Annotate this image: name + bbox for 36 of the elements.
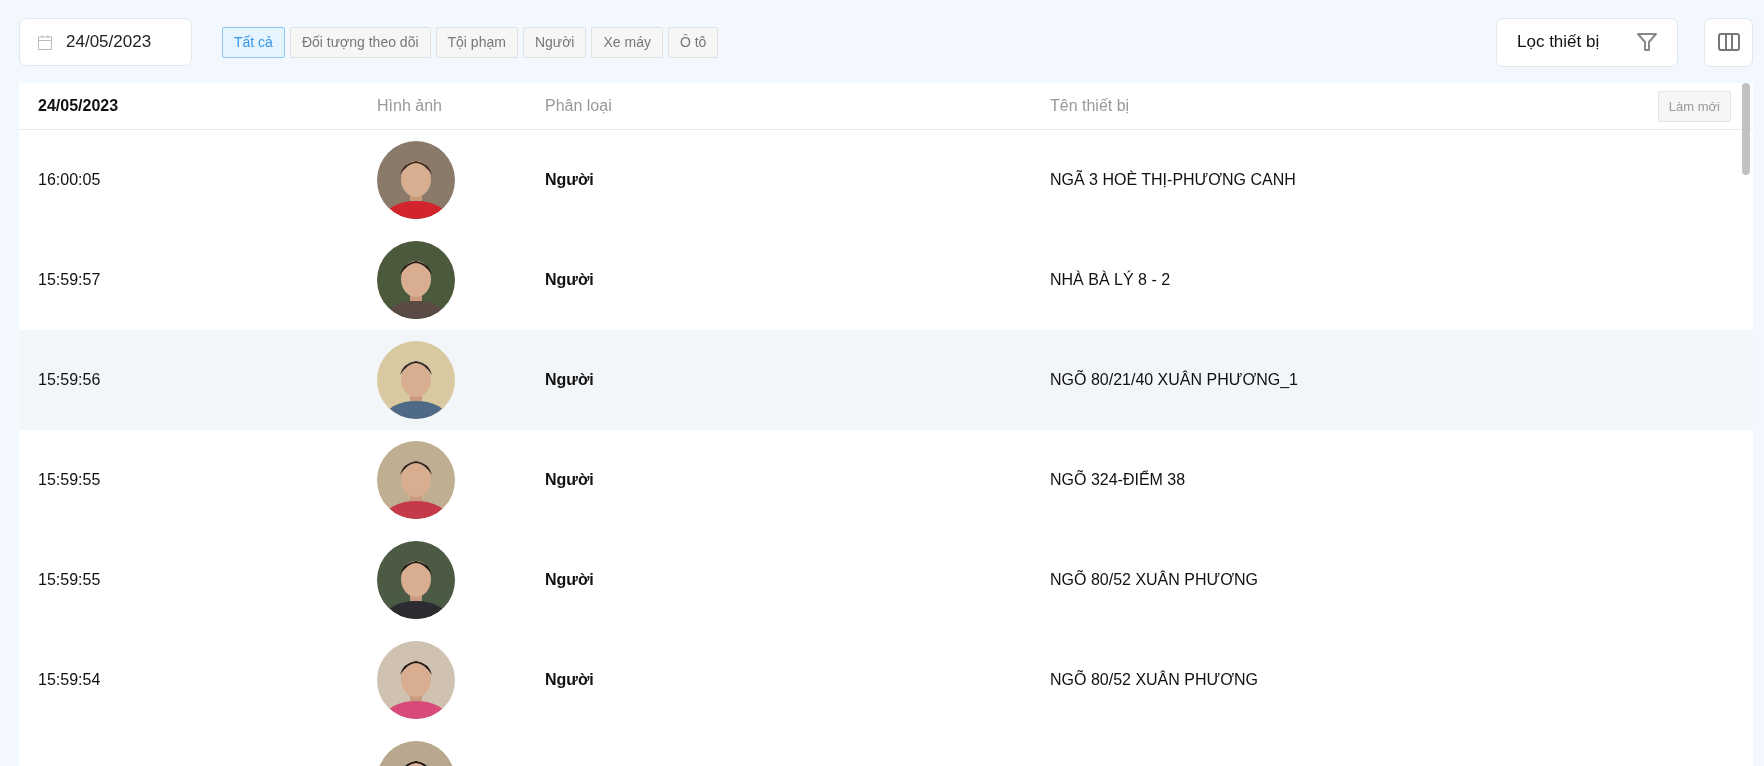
scrollbar-thumb[interactable] xyxy=(1742,83,1750,175)
category-cell: Người xyxy=(545,571,594,588)
time-cell: 15:59:57 xyxy=(38,271,101,288)
filter-tab[interactable]: Tội phạm xyxy=(435,26,518,58)
filter-tab[interactable]: Xe máy xyxy=(591,26,663,58)
device-cell: NGÕ 80/52 XUÂN PHƯƠNG xyxy=(1050,671,1258,688)
time-cell: 15:59:55 xyxy=(38,571,101,588)
filter-tab[interactable]: Ô tô xyxy=(667,26,719,58)
column-header: Hình ảnh xyxy=(377,97,443,115)
column-header: Phân loại xyxy=(545,97,613,115)
columns-icon xyxy=(1717,33,1740,51)
device-cell: NGÕ 80/52 XUÂN PHƯƠNG xyxy=(1050,571,1258,588)
category-cell: Người xyxy=(545,371,594,388)
date-picker[interactable]: 24/05/2023 xyxy=(19,18,192,66)
category-cell: Người xyxy=(545,271,594,288)
columns-button[interactable] xyxy=(1704,17,1753,67)
device-cell: NHÀ BÀ LÝ 8 - 2 xyxy=(1050,271,1171,288)
filter-tab[interactable]: Đối tượng theo dõi xyxy=(289,26,431,58)
device-filter-button[interactable]: Lọc thiết bị xyxy=(1496,17,1678,67)
filter-tab[interactable]: Người xyxy=(522,26,587,58)
column-header: 24/05/2023 xyxy=(38,97,120,115)
time-cell: 15:59:56 xyxy=(38,371,101,388)
calendar-icon xyxy=(38,34,52,50)
column-header: Tên thiết bị xyxy=(1050,97,1131,115)
category-cell: Người xyxy=(545,171,594,188)
time-cell: 15:59:55 xyxy=(38,471,101,488)
time-cell: 16:00:05 xyxy=(38,171,101,188)
date-value: 24/05/2023 xyxy=(66,32,152,52)
table-row[interactable]: 15:59:56 Người NGÕ 80/21/40 XUÂN PHƯƠNG_1 xyxy=(19,330,1753,430)
time-cell: 15:59:54 xyxy=(38,671,101,688)
device-cell: NGÕ 80/21/40 XUÂN PHƯƠNG_1 xyxy=(1050,371,1298,388)
category-cell: Người xyxy=(545,471,594,488)
filter-icon xyxy=(1637,32,1657,52)
category-cell: Người xyxy=(545,671,594,688)
device-cell: NGÕ 324-ĐIỂM 38 xyxy=(1050,471,1186,488)
device-cell: NGÃ 3 HOÈ THỊ-PHƯƠNG CANH xyxy=(1050,171,1296,188)
